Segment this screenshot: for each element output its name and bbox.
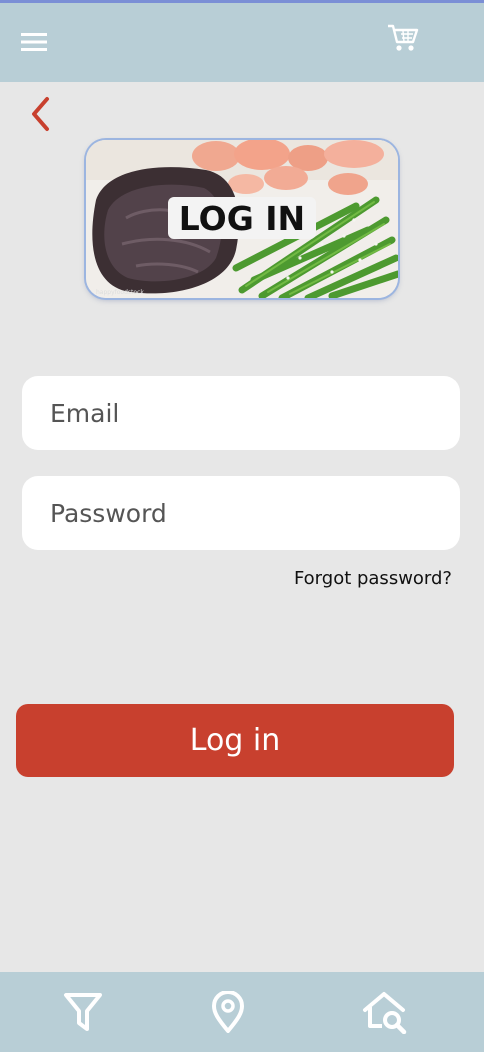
shopping-cart-icon	[388, 24, 419, 51]
location-button[interactable]	[206, 986, 250, 1038]
location-pin-icon	[212, 991, 244, 1033]
filter-funnel-icon	[64, 993, 102, 1031]
home-search-button[interactable]	[358, 986, 412, 1038]
password-field[interactable]	[22, 476, 460, 550]
hero-title: LOG IN	[168, 197, 316, 239]
cart-button[interactable]	[380, 17, 426, 59]
email-field[interactable]	[22, 376, 460, 450]
hamburger-menu-icon	[21, 33, 47, 51]
filter-button[interactable]	[58, 986, 108, 1038]
bottom-nav-bar	[0, 972, 484, 1052]
login-button[interactable]: Log in	[16, 704, 454, 777]
top-app-bar	[0, 3, 484, 82]
back-button[interactable]	[20, 92, 60, 136]
chevron-left-icon	[32, 97, 49, 131]
forgot-password-link[interactable]: Forgot password?	[294, 568, 452, 589]
photo-watermark: happyfoodstock	[96, 289, 144, 296]
menu-button[interactable]	[14, 23, 54, 61]
home-search-icon	[363, 992, 407, 1034]
hero-banner: LOG IN happyfoodstock	[86, 140, 398, 298]
